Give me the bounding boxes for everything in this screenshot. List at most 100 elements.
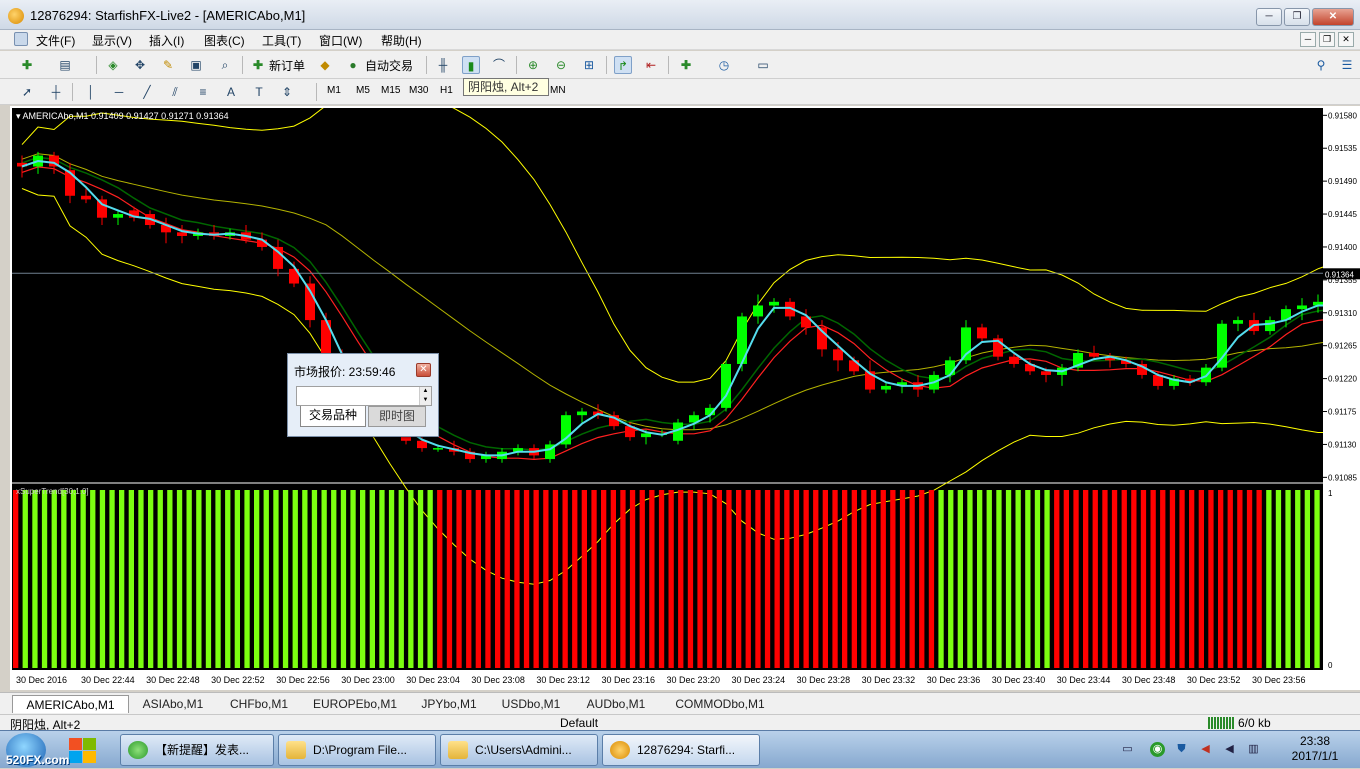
- menu-file[interactable]: 文件(F): [36, 32, 75, 49]
- navigator-icon[interactable]: ✥: [131, 56, 149, 74]
- candle-body: [641, 433, 651, 438]
- bar-chart-icon[interactable]: ╫: [434, 56, 452, 74]
- cursor-icon[interactable]: ➚: [18, 83, 36, 101]
- task-explorer-program-files[interactable]: D:\Program File...: [278, 734, 436, 766]
- volume-muted-icon[interactable]: ◀: [1198, 742, 1213, 757]
- indicator-bar: [1140, 490, 1147, 668]
- menu-charts[interactable]: 图表(C): [204, 32, 245, 49]
- market-watch-dialog[interactable]: 市场报价: 23:59:46 ✕ ▲ ▼ 交易品种 即时图: [287, 353, 439, 437]
- market-watch-list[interactable]: ▲ ▼: [296, 386, 432, 406]
- task-metatrader[interactable]: 12876294: Starfi...: [602, 734, 760, 766]
- candlestick-chart-icon[interactable]: ▮: [462, 56, 480, 74]
- zoom-in-icon[interactable]: ⊕: [524, 56, 542, 74]
- timeframe-h1[interactable]: H1: [440, 85, 453, 96]
- candle-body: [769, 301, 779, 306]
- security-icon[interactable]: ◉: [1150, 742, 1165, 757]
- indicators-icon[interactable]: ✚: [677, 56, 695, 74]
- maximize-button[interactable]: ❐: [1284, 8, 1310, 26]
- tab-commodbo[interactable]: COMMODbo,M1: [660, 695, 780, 713]
- new-order-button[interactable]: 新订单: [269, 57, 305, 74]
- mdi-restore-button[interactable]: ❐: [1319, 32, 1335, 47]
- search-icon[interactable]: ⚲: [1312, 56, 1330, 74]
- data-window-icon[interactable]: ✎: [159, 56, 177, 74]
- tile-windows-icon[interactable]: ⊞: [580, 56, 598, 74]
- tab-audbo[interactable]: AUDbo,M1: [574, 695, 658, 713]
- time-tick-label: 30 Dec 23:48: [1122, 675, 1176, 685]
- tab-jpybo[interactable]: JPYbo,M1: [410, 695, 488, 713]
- meta-editor-icon[interactable]: ◆: [316, 56, 334, 74]
- zoom-out-icon[interactable]: ⊖: [552, 56, 570, 74]
- indicator-bar: [388, 490, 395, 668]
- new-chart-icon[interactable]: ✚: [18, 56, 36, 74]
- chart-shift-icon[interactable]: ⇤: [642, 56, 660, 74]
- community-icon[interactable]: ☰: [1338, 56, 1356, 74]
- indicator-bar: [148, 490, 154, 668]
- menu-tools[interactable]: 工具(T): [262, 32, 301, 49]
- candle-body: [881, 385, 891, 390]
- market-watch-close-button[interactable]: ✕: [416, 363, 431, 377]
- tab-europebo[interactable]: EUROPEbo,M1: [302, 695, 408, 713]
- timeframe-m1[interactable]: M1: [327, 85, 341, 96]
- line-chart-icon[interactable]: ⌒: [490, 56, 508, 74]
- market-watch-icon[interactable]: ◈: [104, 56, 122, 74]
- timeframe-m30[interactable]: M30: [409, 85, 428, 96]
- tab-tick-chart[interactable]: 即时图: [368, 406, 426, 427]
- fibonacci-icon[interactable]: ≡: [194, 83, 212, 101]
- menu-view[interactable]: 显示(V): [92, 32, 132, 49]
- menu-insert[interactable]: 插入(I): [149, 32, 184, 49]
- indicator-bar: [90, 490, 96, 668]
- price-tick-label: 0.91130: [1328, 440, 1357, 449]
- chart-window-icon[interactable]: [14, 32, 28, 46]
- text-label-icon[interactable]: T: [250, 83, 268, 101]
- profiles-icon[interactable]: ▤: [56, 56, 74, 74]
- timeframe-m5[interactable]: M5: [356, 85, 370, 96]
- candle-body: [65, 170, 75, 196]
- shield-icon[interactable]: ⛊: [1174, 742, 1189, 757]
- auto-trading-icon[interactable]: ●: [344, 56, 362, 74]
- system-tray: ▭ ◉ ⛊ ◀ ◀ ▥: [1118, 731, 1278, 769]
- menu-help[interactable]: 帮助(H): [381, 32, 422, 49]
- equidistant-channel-icon[interactable]: ⫽: [166, 83, 184, 101]
- crosshair-icon[interactable]: ┼: [47, 83, 65, 101]
- tab-asiabo[interactable]: ASIAbo,M1: [130, 695, 216, 713]
- indicator-bar: [234, 490, 240, 668]
- clock[interactable]: 23:38 2017/1/1: [1280, 734, 1350, 764]
- text-tool-icon[interactable]: A: [222, 83, 240, 101]
- menu-window[interactable]: 窗口(W): [319, 32, 362, 49]
- arrows-icon[interactable]: ⇕: [278, 83, 296, 101]
- periods-icon[interactable]: ◷: [715, 56, 733, 74]
- new-order-icon[interactable]: ✚: [249, 56, 267, 74]
- timeframe-m15[interactable]: M15: [381, 85, 400, 96]
- task-explorer-users[interactable]: C:\Users\Admini...: [440, 734, 598, 766]
- market-watch-scrollbar[interactable]: ▲ ▼: [419, 387, 431, 405]
- keyboard-icon[interactable]: ▭: [1120, 742, 1135, 757]
- tab-americabo[interactable]: AMERICAbo,M1: [12, 695, 129, 713]
- tab-symbols[interactable]: 交易品种: [300, 406, 366, 427]
- speaker-icon[interactable]: ◀: [1222, 742, 1237, 757]
- templates-icon[interactable]: ▭: [754, 56, 772, 74]
- timeframe-mn[interactable]: MN: [550, 85, 566, 96]
- trendline-icon[interactable]: ╱: [138, 83, 156, 101]
- windows-logo-icon[interactable]: [66, 735, 100, 765]
- chart-area[interactable]: 30 Dec 2016 30 Dec 22:44 30 Dec 22:48 30 De…: [12, 94, 1360, 688]
- chart-plot[interactable]: 30 Dec 2016 30 Dec 22:44 30 Dec 22:48 30 De…: [12, 94, 1360, 688]
- mdi-minimize-button[interactable]: ─: [1300, 32, 1316, 47]
- auto-trading-button[interactable]: 自动交易: [365, 57, 413, 74]
- price-scale[interactable]: 0.91580 0.91535 0.91490 0.91445 0.91400 0.913…: [1323, 108, 1360, 686]
- indicator-bar: [610, 490, 616, 668]
- indicator-bar: [369, 490, 375, 668]
- strategy-tester-icon[interactable]: ⌕: [216, 56, 234, 74]
- close-button[interactable]: ✕: [1312, 8, 1354, 26]
- tab-usdbo[interactable]: USDbo,M1: [490, 695, 572, 713]
- minimize-button[interactable]: ─: [1256, 8, 1282, 26]
- terminal-icon[interactable]: ▣: [187, 56, 205, 74]
- tab-chfbo[interactable]: CHFbo,M1: [218, 695, 300, 713]
- indicator-bar: [909, 490, 915, 668]
- vertical-line-icon[interactable]: │: [82, 83, 100, 101]
- auto-scroll-icon[interactable]: ↱: [614, 56, 632, 74]
- task-browser[interactable]: 【新提醒】发表...: [120, 734, 274, 766]
- indicator-bar: [215, 490, 221, 668]
- mdi-close-button[interactable]: ✕: [1338, 32, 1354, 47]
- horizontal-line-icon[interactable]: ─: [110, 83, 128, 101]
- network-icon[interactable]: ▥: [1246, 742, 1261, 757]
